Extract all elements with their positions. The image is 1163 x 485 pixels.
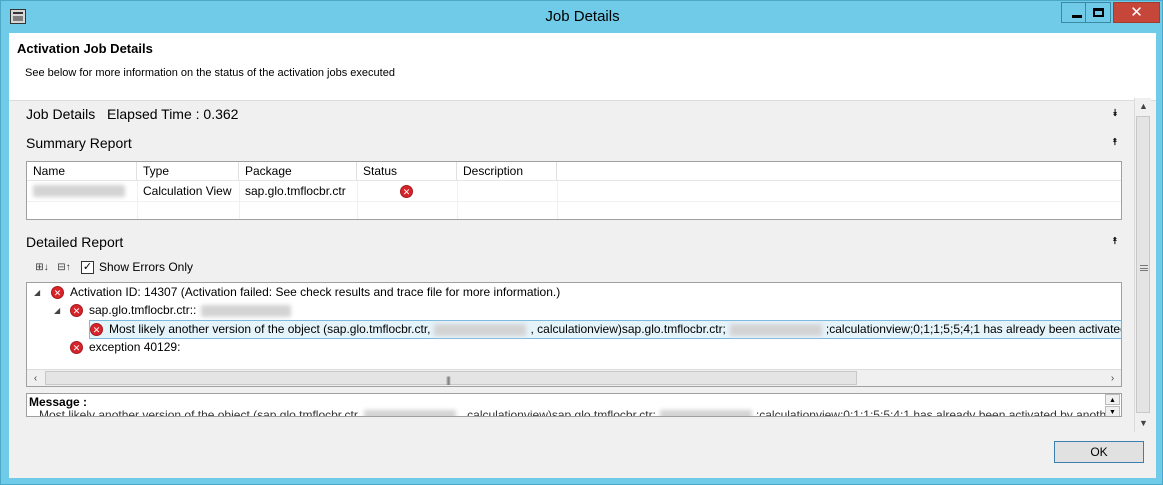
detailed-report-title: Detailed Report [26,234,124,250]
message-part-1: Most likely another version of the objec… [109,322,431,336]
message-part-2: , calculationview)sap.glo.tmflocbr.ctr; [530,322,726,336]
dialog-body: Activation Job Details See below for mor… [9,33,1156,478]
tree-collapse-icon[interactable]: ◢ [34,288,40,297]
error-icon: ✕ [51,286,64,299]
redacted-text [434,323,527,336]
show-errors-checkbox[interactable]: ✓ [81,261,94,274]
cell-type[interactable]: Calculation View [137,182,232,201]
summary-table: Name Type Package Status Description Cal… [26,161,1122,220]
message-text-part-1: Most likely another version of the objec… [39,408,361,417]
scroll-left-icon[interactable]: ‹ [27,370,44,386]
error-icon: ✕ [90,323,103,336]
elapsed-time: Elapsed Time : 0.362 [106,106,239,122]
message-scrollbar[interactable]: ▲ ▼ [1105,394,1121,416]
redacted-text [729,323,822,336]
ok-button[interactable]: OK [1054,441,1144,463]
horizontal-scrollbar[interactable]: ‹ ||| › [27,369,1121,386]
show-errors-label: Show Errors Only [99,260,194,274]
job-details-window: Job Details ✕ Activation Job Details See… [0,0,1163,485]
cell-package[interactable]: sap.glo.tmflocbr.ctr [239,182,346,201]
dialog-description: See below for more information on the st… [25,67,395,79]
column-divider [357,181,358,219]
maximize-icon [1093,8,1104,17]
column-divider [557,181,558,219]
job-details-label: Job Details [26,106,96,122]
collapse-all-icon[interactable]: ⊟↑ [55,260,73,276]
column-header-description[interactable]: Description [457,162,557,181]
horizontal-scroll-thumb[interactable]: ||| [45,371,857,385]
column-header-name[interactable]: Name [27,162,137,181]
scroll-down-icon[interactable]: ▼ [1105,406,1120,416]
scroll-right-icon[interactable]: › [1104,370,1121,386]
error-icon: ✕ [70,304,83,317]
expand-chevron-icon[interactable]: ⯯ [1112,108,1118,119]
collapse-chevron-icon[interactable]: ⯭ [1112,236,1118,247]
message-text-part-3: ;calculationview;0;1;1;5;5;4;1 has alrea… [755,408,1117,417]
minimize-icon [1072,15,1082,18]
close-button[interactable]: ✕ [1113,2,1160,23]
column-divider [457,181,458,219]
dialog-header: Activation Job Details See below for mor… [9,33,1156,100]
tree-node-package[interactable]: sap.glo.tmflocbr.ctr:: [89,301,196,319]
scroll-up-icon[interactable]: ▲ [1135,98,1152,115]
expand-all-icon[interactable]: ⊞↓ [33,260,51,276]
redacted-text [364,409,457,416]
scroll-up-icon[interactable]: ▲ [1105,394,1120,405]
scroll-thumb[interactable] [1136,116,1150,413]
message-text-part-2: , calculationview)sap.glo.tmflocbr.ctr; [460,408,656,417]
tree-node-activation[interactable]: Activation ID: 14307 (Activation failed:… [70,283,560,301]
row-divider [27,201,1121,202]
message-label: Message : [29,395,88,409]
title-bar[interactable]: Job Details ✕ [1,1,1162,33]
message-panel[interactable]: Message : Most likely another version of… [26,393,1122,417]
vertical-scrollbar[interactable]: ▲ ▼ [1134,98,1151,432]
error-icon: ✕ [70,341,83,354]
redacted-object [201,305,291,317]
message-part-3: ;calculationview;0;1;1;5;5;4;1 has alrea… [825,322,1122,336]
header-divider [9,100,1156,101]
column-header-status[interactable]: Status [357,162,457,181]
dialog-heading: Activation Job Details [17,41,153,56]
grip-icon [1140,265,1148,271]
window-title: Job Details [545,8,620,25]
tree-collapse-icon[interactable]: ◢ [54,306,60,315]
scroll-down-icon[interactable]: ▼ [1135,415,1152,432]
tree-node-message[interactable]: Most likely another version of the objec… [109,320,1122,338]
close-icon: ✕ [1130,4,1143,21]
detail-tree[interactable]: ◢ ✕ Activation ID: 14307 (Activation fai… [26,282,1122,387]
collapse-chevron-icon[interactable]: ⯭ [1112,137,1118,148]
tree-node-exception[interactable]: exception 40129: [89,338,180,356]
redacted-name [33,185,125,197]
summary-report-title: Summary Report [26,135,132,151]
redacted-text [659,409,752,416]
maximize-button[interactable] [1085,2,1111,23]
column-header-package[interactable]: Package [239,162,357,181]
grip-icon: ||| [446,375,451,385]
error-icon: ✕ [400,185,413,198]
column-header-type[interactable]: Type [137,162,239,181]
table-header: Name Type Package Status Description [27,162,1121,181]
message-text: Most likely another version of the objec… [39,408,1117,417]
job-details-section[interactable]: Job Details Elapsed Time : 0.362 [26,106,238,122]
